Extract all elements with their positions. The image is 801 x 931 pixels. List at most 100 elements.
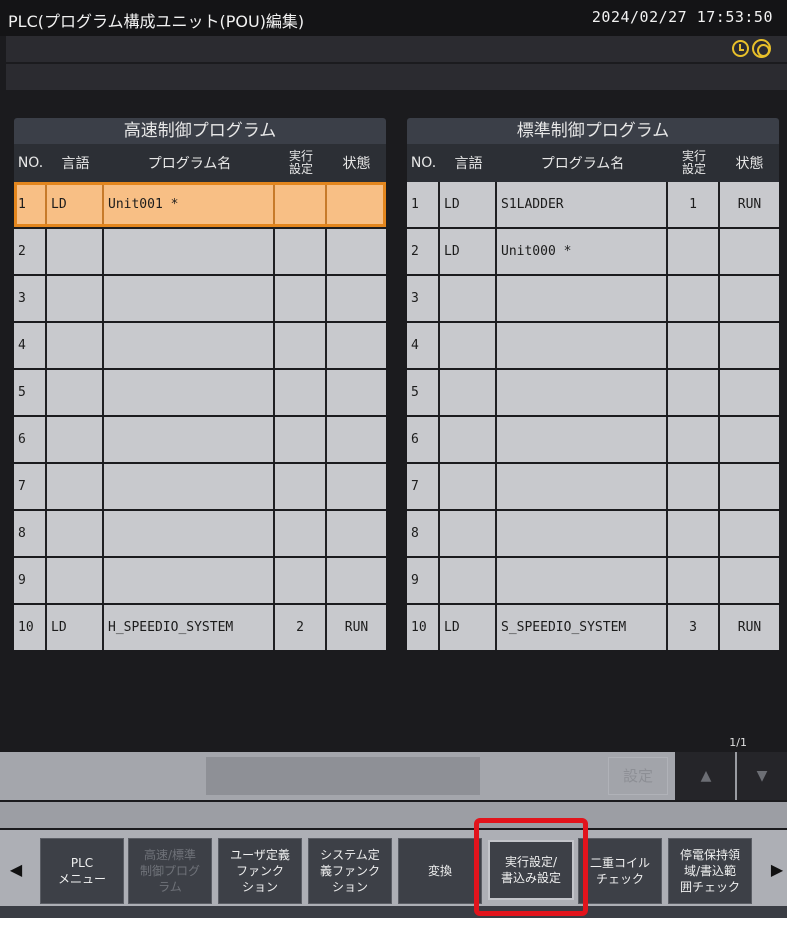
table-body: 1 LD Unit001 * 2 3 4 5 6 7 8 9 10 LD H_SPEEDIO_SYSTEM… <box>14 182 386 650</box>
cell-no: 10 <box>14 605 47 650</box>
table-row[interactable]: 1 LD S1LADDER 1 RUN <box>407 182 779 227</box>
next-page-icon[interactable]: ▶ <box>767 855 787 885</box>
col-header-exec-setting: 実行 設定 <box>288 149 313 176</box>
table-row[interactable]: 8 <box>14 511 386 556</box>
table-caption: 標準制御プログラム <box>407 118 779 144</box>
convert-button[interactable]: 変換 <box>398 838 482 904</box>
highlight-box <box>474 818 588 916</box>
cell-state <box>720 323 779 368</box>
cell-language <box>47 464 104 509</box>
program-type-button[interactable]: 高速/標準 制御プログ ラム <box>128 838 212 904</box>
cell-exec-setting <box>275 417 327 462</box>
cell-exec-setting <box>275 370 327 415</box>
cell-state <box>327 558 386 603</box>
cell-state <box>720 511 779 556</box>
cell-exec-setting <box>275 182 327 227</box>
table-row[interactable]: 9 <box>14 558 386 603</box>
cell-program-name <box>497 464 668 509</box>
table-row[interactable]: 4 <box>407 323 779 368</box>
table-row[interactable]: 5 <box>14 370 386 415</box>
table-row[interactable]: 8 <box>407 511 779 556</box>
cell-program-name <box>104 511 275 556</box>
user-function-button[interactable]: ユーザ定義 ファンク ション <box>218 838 302 904</box>
cell-language <box>440 558 497 603</box>
table-row[interactable]: 6 <box>14 417 386 462</box>
table-row[interactable]: 1 LD Unit001 * <box>14 182 386 227</box>
cell-state: RUN <box>737 620 762 635</box>
cell-state: RUN <box>737 197 762 212</box>
cell-no: 3 <box>407 276 440 321</box>
set-button[interactable]: 設定 <box>608 757 668 795</box>
cell-language <box>47 370 104 415</box>
status-bar-bottom <box>6 64 787 90</box>
cell-language <box>47 276 104 321</box>
col-header-exec-setting: 実行 設定 <box>681 149 706 176</box>
cell-exec-setting <box>275 558 327 603</box>
scroll-up-icon[interactable]: ▲ <box>682 758 730 794</box>
system-function-button[interactable]: システム定 義ファンク ション <box>308 838 392 904</box>
table-row[interactable]: 5 <box>407 370 779 415</box>
cell-language <box>440 511 497 556</box>
plc-menu-button[interactable]: PLC メニュー <box>40 838 124 904</box>
cell-program-name <box>104 558 275 603</box>
cell-language <box>440 417 497 462</box>
table-row[interactable]: 6 <box>407 417 779 462</box>
col-header-program-name: プログラム名 <box>147 156 232 172</box>
datetime-display: 2024/02/27 17:53:50 <box>591 8 773 26</box>
window-title: PLC(プログラム構成ユニット(POU)編集) <box>8 12 305 31</box>
table-row[interactable]: 7 <box>407 464 779 509</box>
cell-program-name <box>497 417 668 462</box>
table-header: NO. 言語 プログラム名 実行 設定 状態 <box>407 144 779 182</box>
table-row[interactable]: 3 <box>407 276 779 321</box>
cell-no: 6 <box>14 417 47 462</box>
cell-program-name <box>104 370 275 415</box>
table-row[interactable]: 10 LD H_SPEEDIO_SYSTEM 2 RUN <box>14 605 386 650</box>
cell-program-name <box>104 276 275 321</box>
cell-program-name <box>104 229 275 274</box>
value-input-field[interactable] <box>206 757 480 795</box>
cell-language: LD <box>440 182 497 227</box>
cell-no: 9 <box>14 558 47 603</box>
table-row[interactable]: 9 <box>407 558 779 603</box>
cell-language <box>47 558 104 603</box>
cell-state <box>720 464 779 509</box>
message-strip <box>0 802 787 828</box>
cell-no: 7 <box>14 464 47 509</box>
cell-program-name: S1LADDER <box>497 182 668 227</box>
table-row[interactable]: 7 <box>14 464 386 509</box>
cell-language <box>440 370 497 415</box>
cell-program-name: S_SPEEDIO_SYSTEM <box>497 605 668 650</box>
col-header-no: NO. <box>410 155 437 171</box>
cell-state <box>720 276 779 321</box>
cell-program-name <box>497 323 668 368</box>
cell-program-name <box>497 370 668 415</box>
table-row[interactable]: 3 <box>14 276 386 321</box>
scroll-down-icon[interactable]: ▼ <box>740 758 784 794</box>
table-row[interactable]: 10 LD S_SPEEDIO_SYSTEM 3 RUN <box>407 605 779 650</box>
cell-language <box>47 511 104 556</box>
cell-exec-setting: 3 <box>668 605 720 650</box>
scroll-divider <box>735 752 737 800</box>
retention-area-check-button[interactable]: 停電保持領 域/書込範 囲チェック <box>668 838 752 904</box>
table-row[interactable]: 4 <box>14 323 386 368</box>
col-header-state: 状態 <box>735 156 764 172</box>
cell-exec-setting <box>668 511 720 556</box>
cell-state <box>327 182 386 227</box>
col-header-state: 状態 <box>342 156 371 172</box>
cell-state <box>327 276 386 321</box>
prev-page-icon[interactable]: ◀ <box>6 855 26 885</box>
cell-no: 4 <box>407 323 440 368</box>
footer-strip <box>0 906 787 918</box>
cell-state <box>720 558 779 603</box>
cell-exec-setting <box>668 370 720 415</box>
col-header-language: 言語 <box>454 156 483 172</box>
table-row[interactable]: 2 <box>14 229 386 274</box>
table-body: 1 LD S1LADDER 1 RUN 2 LD Unit000 * 3 4 5 6 7 8 9 10 LD S_… <box>407 182 779 650</box>
table-row[interactable]: 2 LD Unit000 * <box>407 229 779 274</box>
cell-program-name: Unit000 * <box>497 229 668 274</box>
clock-icon <box>732 40 749 57</box>
double-coil-check-button[interactable]: 二重コイル チェック <box>578 838 662 904</box>
cell-exec-setting <box>275 464 327 509</box>
table-caption: 高速制御プログラム <box>14 118 386 144</box>
cell-program-name <box>497 511 668 556</box>
